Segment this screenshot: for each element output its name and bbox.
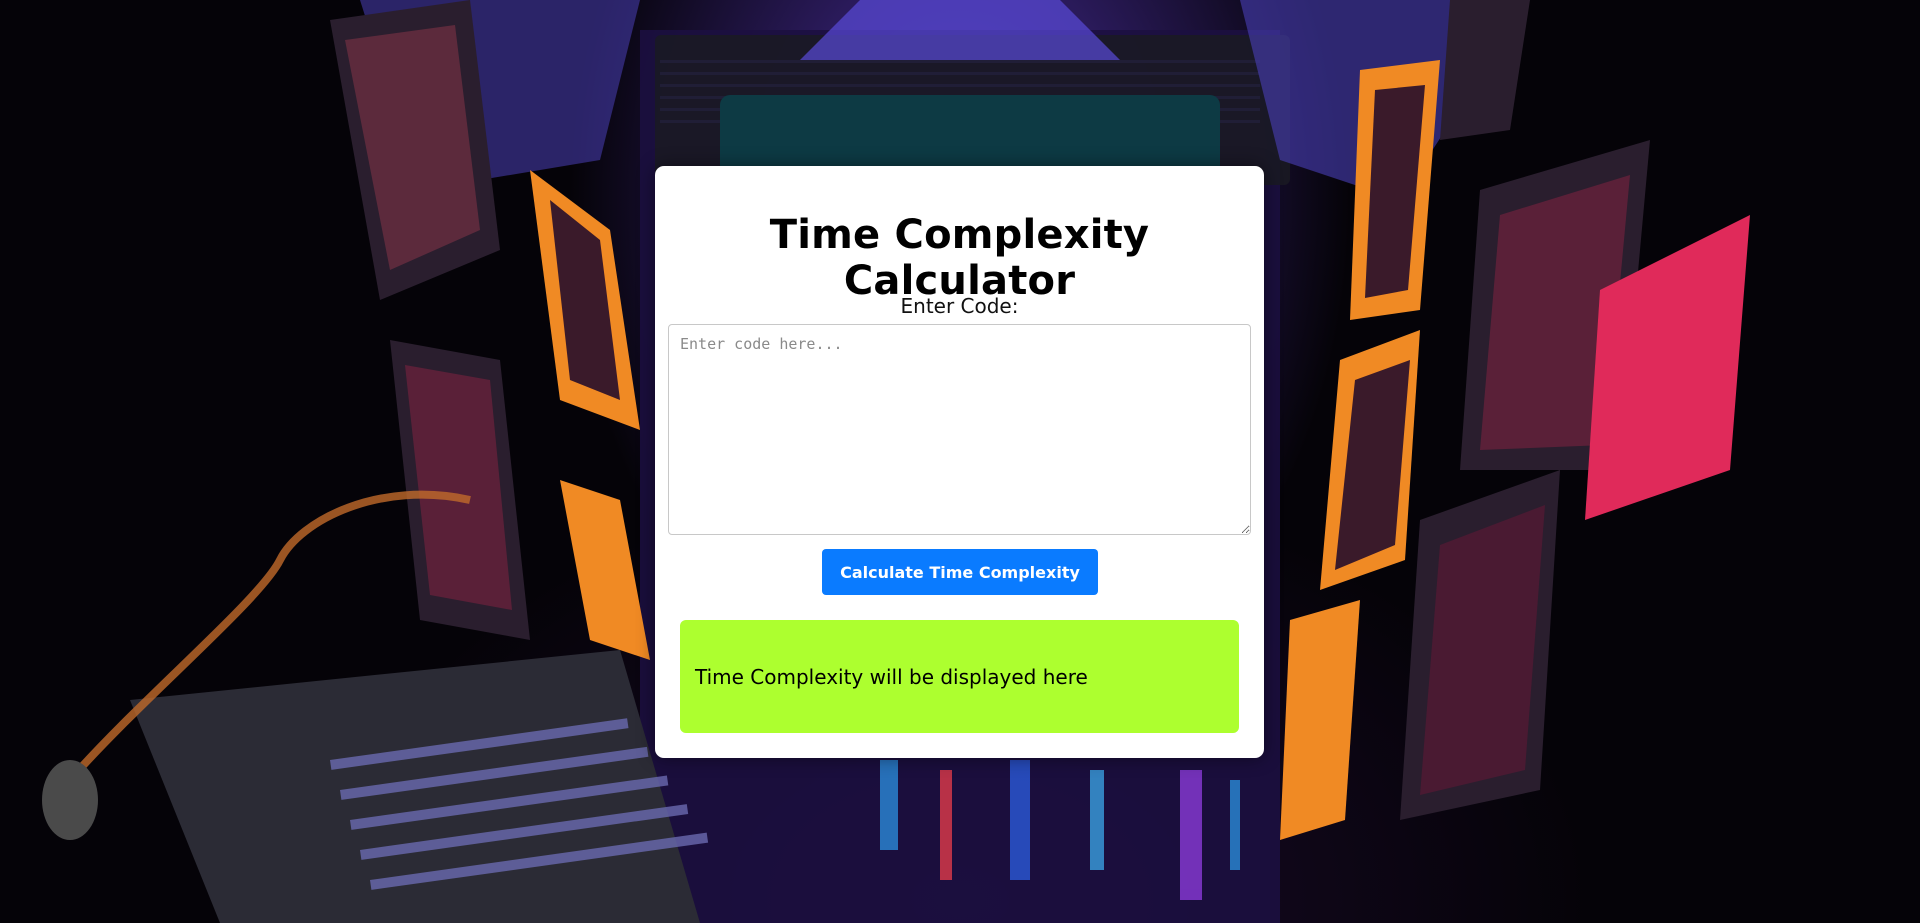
code-input-label: Enter Code: (900, 294, 1019, 318)
code-input[interactable] (668, 324, 1251, 535)
page-title: Time Complexity Calculator (769, 212, 1150, 304)
result-text: Time Complexity will be displayed here (695, 664, 1088, 689)
result-box: Time Complexity will be displayed here (680, 620, 1239, 733)
calculate-time-complexity-button[interactable]: Calculate Time Complexity (822, 549, 1098, 595)
calculator-card: Time Complexity Calculator Enter Code: C… (655, 166, 1264, 758)
